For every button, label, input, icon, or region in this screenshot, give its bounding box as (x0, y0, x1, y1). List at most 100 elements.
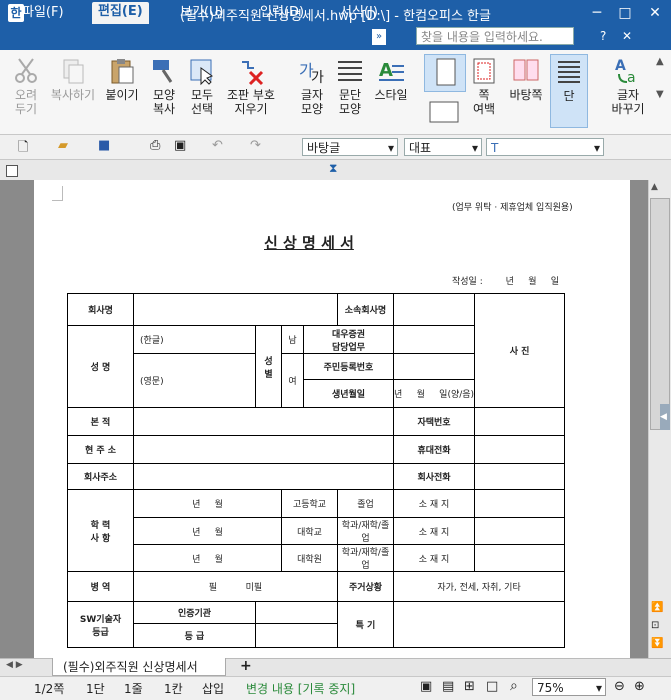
cut-button[interactable]: 오려 두기 (6, 54, 46, 126)
columns-label: 단 (563, 89, 575, 103)
char-shape-icon: 가가 (299, 61, 324, 86)
font-combo[interactable]: T ▾ (486, 138, 604, 156)
magnifier-icon[interactable]: ⌕ (510, 678, 518, 694)
page-up-icon[interactable]: ⏫ (651, 602, 663, 613)
view-full-icon[interactable]: □ (486, 679, 498, 694)
dept-label: 대우증권 담당업무 (303, 325, 394, 354)
edu-status: 학과/재학/졸업 (337, 517, 394, 545)
clear-format-icon (242, 61, 264, 86)
para-shape-button[interactable]: 문단 모양 (332, 54, 368, 126)
font-lang-combo[interactable]: 대표 ▾ (404, 138, 482, 156)
company-phone-field[interactable] (474, 463, 566, 490)
char-change-button[interactable]: Aa 글자 바꾸기 (604, 54, 652, 126)
gender-label: 성 별 (255, 325, 282, 408)
special-label: 특 기 (337, 601, 394, 648)
edu-location-field[interactable] (474, 544, 566, 572)
status-track-changes[interactable]: 변경 내용 [기록 중지] (246, 680, 355, 697)
menu-insert[interactable]: 입력(D) (254, 3, 310, 23)
view-page-icon[interactable]: ▤ (442, 679, 454, 694)
paste-button[interactable]: 붙이기 (102, 54, 142, 126)
char-shape-button[interactable]: 가가 글자 모양 (294, 54, 330, 126)
maximize-button[interactable]: □ (614, 3, 636, 23)
zoom-combo[interactable]: 75% ▾ (532, 678, 606, 696)
view-normal-icon[interactable]: ▣ (420, 679, 432, 694)
background-button[interactable]: 바탕쪽 (506, 54, 546, 126)
scroll-thumb[interactable] (650, 198, 670, 430)
scroll-up-icon[interactable]: ▲ (651, 182, 658, 192)
zoom-in-icon[interactable]: ⊕ (634, 679, 645, 694)
search-input[interactable]: 찾을 내용을 입력하세요. (416, 27, 574, 45)
grade-field[interactable] (255, 623, 338, 648)
side-panel-toggle-icon[interactable]: ◀ (660, 404, 670, 430)
edu-location: 소 재 지 (392, 544, 476, 572)
margin-icon (473, 58, 495, 84)
edu-location-field[interactable] (474, 489, 566, 518)
domicile-label: 본 적 (67, 407, 134, 436)
page-nav-icon[interactable]: ⊡ (651, 620, 659, 631)
zoom-out-icon[interactable]: ⊖ (614, 679, 625, 694)
view-fit-icon[interactable]: ⊞ (464, 679, 475, 694)
open-folder-icon[interactable]: ▰ (58, 138, 68, 153)
status-insert-mode[interactable]: 삽입 (202, 680, 224, 697)
save-icon[interactable]: ■ (98, 138, 110, 153)
menu-format[interactable]: 서식(J) (334, 3, 384, 23)
copy-label: 복사하기 (50, 88, 96, 102)
columns-button[interactable]: 단 (550, 54, 588, 128)
redo-icon[interactable]: ↷ (250, 138, 261, 153)
ruler-corner-icon[interactable] (6, 165, 18, 177)
page-layout-selected[interactable] (424, 54, 466, 92)
close-button[interactable]: ✕ (644, 3, 666, 23)
document-tab[interactable]: (필수)외주직원 신상명세서 (52, 658, 226, 676)
female-label: 여 (281, 353, 304, 408)
menu-edit[interactable]: 편집(E) (92, 2, 149, 24)
help-icon[interactable]: ? (600, 29, 606, 43)
company-address-field[interactable] (133, 463, 394, 490)
clear-marks-button[interactable]: 조판 부호 지우기 (222, 54, 280, 126)
military-label: 병 역 (67, 571, 134, 602)
page-orientation-button[interactable] (424, 94, 464, 128)
more-menu-icon[interactable]: » (372, 29, 386, 45)
dept-field[interactable] (392, 325, 476, 354)
status-char: 1칸 (164, 682, 183, 696)
undo-icon[interactable]: ↶ (212, 138, 223, 153)
ribbon-scroll[interactable]: ▲ ▼ (656, 56, 670, 126)
add-tab-button[interactable]: + (240, 658, 252, 674)
document-page[interactable]: (업무 위탁 · 제휴업체 입직원용) 신 상 명 세 서 작성일 : 년 월 … (34, 180, 630, 658)
select-all-button[interactable]: 모두 선택 (184, 54, 220, 126)
ribbon-close-icon[interactable]: ✕ (622, 29, 632, 43)
status-page[interactable]: 1/2쪽 (34, 680, 64, 697)
domicile-field[interactable] (133, 407, 394, 436)
affiliated-field[interactable] (392, 293, 476, 326)
company-field[interactable] (133, 293, 338, 326)
special-field[interactable] (392, 601, 566, 648)
svg-text:A: A (379, 60, 393, 81)
tab-scroll-left-icon[interactable]: ◀ ▶ (6, 660, 23, 670)
style-label: 스타일 (374, 88, 408, 102)
copy-button[interactable]: 복사하기 (48, 54, 98, 126)
style-button[interactable]: A 스타일 (370, 54, 412, 126)
rrn-field[interactable] (392, 353, 476, 380)
housing-label: 주거상황 (337, 571, 394, 602)
edu-location-field[interactable] (474, 517, 566, 545)
style-combo[interactable]: 바탕글 ▾ (302, 138, 398, 156)
date-line: 작성일 : 년 월 일 (452, 277, 560, 287)
indent-marker-icon[interactable]: ⧗ (329, 161, 337, 176)
menu-file[interactable]: 파일(F) (16, 3, 70, 23)
print-icon[interactable]: ⎙ (150, 138, 160, 153)
minimize-button[interactable]: ─ (586, 3, 608, 23)
format-copy-button[interactable]: 모양 복사 (146, 54, 182, 126)
paintbrush-icon (153, 60, 173, 83)
menu-view[interactable]: 보기(U) (174, 3, 230, 23)
address-field[interactable] (133, 435, 394, 464)
edu-ym: 년 월 (133, 517, 282, 545)
preview-icon[interactable]: ▣ (174, 138, 186, 153)
home-phone-field[interactable] (474, 407, 566, 436)
new-document-icon[interactable]: 🗋 (18, 138, 28, 160)
page-down-icon[interactable]: ⏬ (651, 638, 663, 649)
mobile-field[interactable] (474, 435, 566, 464)
edu-location: 소 재 지 (392, 489, 476, 518)
cert-org-field[interactable] (255, 601, 338, 624)
margin-button[interactable]: 쪽 여백 (466, 54, 502, 126)
copy-icon (63, 59, 84, 84)
status-column: 1단 (86, 682, 105, 696)
